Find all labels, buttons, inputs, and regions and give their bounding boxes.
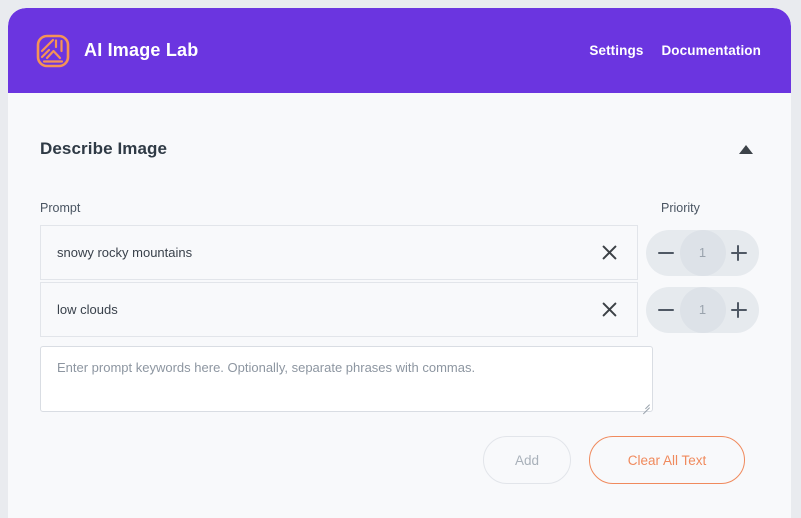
clear-all-text-button[interactable]: Clear All Text	[589, 436, 745, 484]
brand-title: AI Image Lab	[84, 40, 199, 60]
column-labels: Prompt Priority	[40, 193, 759, 215]
prompt-rows: snowy rocky mountains 1 low clouds 1	[40, 225, 759, 337]
prompt-cell[interactable]: low clouds	[40, 282, 638, 337]
prompt-text: snowy rocky mountains	[57, 245, 193, 260]
priority-cell: 1	[638, 286, 759, 333]
quantity-stepper: 1	[646, 229, 759, 276]
column-label-priority: Priority	[661, 201, 700, 215]
describe-image-panel: Describe Image Prompt Priority snowy roc…	[8, 93, 791, 518]
priority-decrement-button[interactable]	[657, 244, 675, 262]
remove-prompt-button[interactable]	[597, 241, 621, 265]
mountain-lines-logo-icon	[36, 34, 70, 68]
prompt-cell[interactable]: snowy rocky mountains	[40, 225, 638, 280]
prompt-text: low clouds	[57, 302, 118, 317]
table-row: low clouds 1	[40, 282, 759, 337]
priority-increment-button[interactable]	[730, 244, 748, 262]
close-x-icon	[602, 245, 617, 260]
page-title: Describe Image	[40, 139, 168, 158]
priority-increment-button[interactable]	[730, 301, 748, 319]
remove-prompt-button[interactable]	[597, 298, 621, 322]
column-label-prompt: Prompt	[40, 201, 81, 215]
priority-cell: 1	[638, 229, 759, 276]
brand: AI Image Lab	[36, 34, 198, 68]
new-prompt-wrapper	[40, 346, 653, 415]
app-root: AI Image Lab Settings Documentation Desc…	[0, 0, 801, 518]
header-nav: Settings Documentation	[589, 43, 761, 58]
add-button[interactable]: Add	[483, 436, 571, 484]
priority-decrement-button[interactable]	[657, 301, 675, 319]
close-x-icon	[602, 302, 617, 317]
app-header: AI Image Lab Settings Documentation	[8, 8, 791, 93]
panel-actions: Add Clear All Text	[40, 436, 759, 484]
page-card: AI Image Lab Settings Documentation Desc…	[8, 8, 791, 518]
panel-collapse-toggle[interactable]	[733, 136, 759, 162]
nav-link-documentation[interactable]: Documentation	[661, 43, 761, 58]
new-prompt-input[interactable]	[40, 346, 653, 412]
vertical-scrollbar[interactable]	[791, 0, 801, 518]
table-row: snowy rocky mountains 1	[40, 225, 759, 280]
caret-up-icon	[739, 144, 753, 154]
priority-value: 1	[679, 229, 726, 276]
quantity-stepper: 1	[646, 286, 759, 333]
priority-value: 1	[679, 286, 726, 333]
panel-header: Describe Image	[40, 115, 759, 183]
nav-link-settings[interactable]: Settings	[589, 43, 643, 58]
